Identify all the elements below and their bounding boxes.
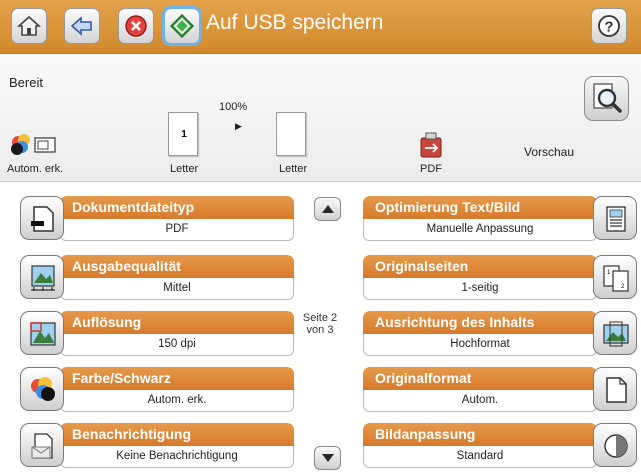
document-type-icon	[20, 196, 64, 240]
preview-area: Bereit Autom. erk. 100% ▶ 1 Letter Lette…	[0, 54, 641, 182]
start-icon	[170, 14, 194, 38]
setting-resolution[interactable]: Auflösung 150 dpi	[20, 311, 294, 361]
color-detect-icon	[11, 134, 56, 155]
setting-notification[interactable]: Benachrichtigung Keine Benachrichtigung	[20, 423, 294, 472]
stop-icon	[125, 15, 147, 37]
setting-value: Manuelle Anpassung	[363, 219, 597, 241]
text-image-optimization-icon	[593, 196, 637, 240]
page-title: Auf USB speichern	[206, 11, 384, 34]
chevron-down-icon	[322, 454, 334, 462]
stop-button[interactable]	[118, 8, 154, 44]
setting-title: Originalformat	[375, 370, 472, 386]
preview-button[interactable]	[584, 76, 629, 121]
setting-value: 1-seitig	[363, 278, 597, 300]
setting-content-orientation[interactable]: Ausrichtung des Inhalts Hochformat	[363, 311, 637, 361]
page-thumbnail-1[interactable]: 1	[168, 112, 198, 156]
setting-value: Hochformat	[363, 334, 597, 356]
page-indicator: Seite 2 von 3	[300, 312, 340, 336]
back-button[interactable]	[64, 8, 100, 44]
page-indicator-line1: Seite 2	[302, 312, 338, 324]
setting-color-black[interactable]: Farbe/Schwarz Autom. erk.	[20, 367, 294, 417]
notification-icon	[20, 423, 64, 467]
svg-text:?: ?	[604, 19, 613, 36]
output-quality-icon	[20, 255, 64, 299]
help-button[interactable]: ?	[591, 8, 627, 44]
setting-title: Optimierung Text/Bild	[375, 199, 521, 215]
setting-title: Dokumentdateityp	[72, 199, 195, 215]
color-mode-label: Autom. erk.	[7, 163, 64, 175]
setting-value: Keine Benachrichtigung	[60, 446, 294, 468]
original-sides-icon: 12	[593, 255, 637, 299]
start-button[interactable]	[162, 6, 202, 46]
setting-value: Standard	[363, 446, 597, 468]
color-black-icon	[20, 367, 64, 411]
setting-original-size[interactable]: Originalformat Autom.	[363, 367, 637, 417]
file-format-label: PDF	[420, 163, 442, 175]
setting-title: Benachrichtigung	[72, 426, 192, 442]
scroll-down-button[interactable]	[314, 446, 341, 470]
setting-title: Ausgabequalität	[72, 258, 181, 274]
setting-value: 150 dpi	[60, 334, 294, 356]
setting-image-adjustment[interactable]: Bildanpassung Standard	[363, 423, 637, 472]
page-thumbnail-2[interactable]	[276, 112, 306, 156]
setting-value: Mittel	[60, 278, 294, 300]
help-icon: ?	[598, 15, 620, 37]
chevron-up-icon	[322, 205, 334, 213]
setting-output-quality[interactable]: Ausgabequalität Mittel	[20, 255, 294, 305]
magnifier-icon	[593, 83, 622, 113]
page-thumbnail-number: 1	[181, 129, 187, 140]
setting-value: PDF	[60, 219, 294, 241]
setting-title: Farbe/Schwarz	[72, 370, 171, 386]
status-text: Bereit	[9, 75, 43, 90]
scroll-up-button[interactable]	[314, 197, 341, 221]
page-2-size-label: Letter	[279, 163, 308, 175]
setting-title: Auflösung	[72, 314, 142, 330]
usb-pdf-icon	[420, 132, 442, 158]
home-icon	[16, 15, 42, 36]
resolution-icon	[20, 311, 64, 355]
preview-label: Vorschau	[524, 145, 575, 159]
original-size-icon	[593, 367, 637, 411]
page-indicator-line2: von 3	[306, 324, 334, 336]
home-button[interactable]	[11, 8, 47, 44]
setting-value: Autom.	[363, 390, 597, 412]
setting-title: Bildanpassung	[375, 426, 476, 442]
page-1-size-label: Letter	[170, 163, 199, 175]
title-bar: Auf USB speichern ?	[0, 0, 641, 54]
back-arrow-icon	[70, 16, 92, 36]
page-arrow-icon: ▶	[235, 121, 242, 131]
content-orientation-icon	[593, 311, 637, 355]
setting-text-image-optimization[interactable]: Optimierung Text/Bild Manuelle Anpassung	[363, 196, 637, 246]
setting-original-sides[interactable]: Originalseiten 1-seitig 12	[363, 255, 637, 305]
setting-title: Originalseiten	[375, 258, 469, 274]
setting-value: Autom. erk.	[60, 390, 294, 412]
zoom-level: 100%	[219, 101, 248, 113]
setting-title: Ausrichtung des Inhalts	[375, 314, 535, 330]
setting-document-file-type[interactable]: Dokumentdateityp PDF	[20, 196, 294, 246]
image-adjustment-icon	[593, 423, 637, 467]
